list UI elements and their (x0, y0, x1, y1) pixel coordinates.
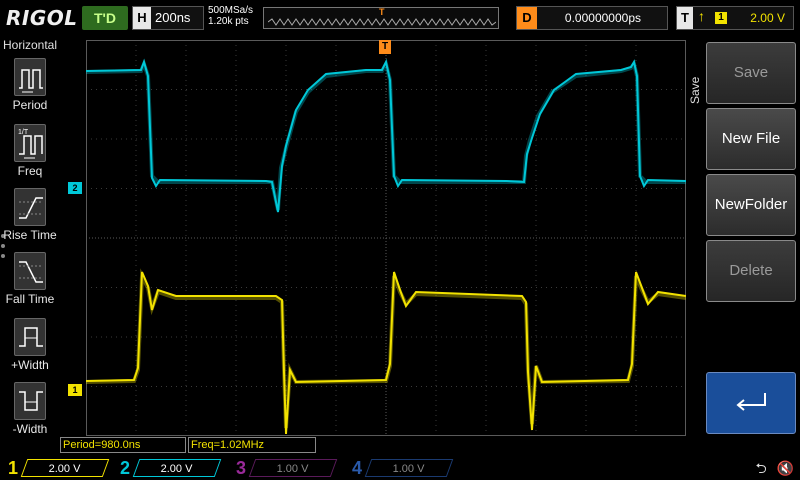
ch1-offset-marker[interactable]: 1 (68, 384, 82, 396)
usb-icon: ⮌ (755, 460, 767, 476)
top-status-bar: RIGOL T'D H 200ns 500MSa/s 1.20k pts T D… (0, 0, 800, 36)
menu-title: Save (688, 76, 702, 104)
timebase-label: H (133, 7, 151, 29)
ch2-offset-marker[interactable]: 2 (68, 182, 82, 194)
measure-fall-time-button[interactable]: Fall Time (2, 252, 58, 316)
trigger-readout[interactable]: T ↑ 1 2.00 V (676, 6, 794, 30)
memory-depth: 1.20k pts (208, 16, 249, 27)
brand-logo: RIGOL (6, 6, 78, 30)
measure-positive-width-label: +Width (11, 358, 49, 372)
ch3-scale: 1.00 V (276, 463, 309, 475)
period-measurement: Period=980.0ns (60, 437, 186, 453)
trigger-source: 1 (715, 12, 727, 24)
ch2-scale: 2.00 V (160, 463, 193, 475)
ch2-number: 2 (120, 458, 131, 478)
measure-menu: Horizontal Period 1/T Freq Rise Time Fal… (0, 36, 60, 456)
negative-width-icon (14, 382, 46, 420)
memory-waveform-icon (268, 18, 496, 26)
memory-overview-bar[interactable]: T (263, 7, 499, 29)
trigger-level: 2.00 V (750, 11, 785, 25)
channel-bar: 1 2.00 V 2 2.00 V 3 1.00 V 4 1.00 V ⮌ 🔇 (0, 456, 800, 480)
measure-positive-width-button[interactable]: +Width (2, 318, 58, 382)
measure-rise-time-label: Rise Time (3, 228, 57, 242)
delete-button[interactable]: Delete (706, 240, 796, 302)
rise-time-icon (14, 188, 46, 226)
acquisition-info: 500MSa/s 1.20k pts (208, 5, 253, 27)
measure-freq-label: Freq (17, 164, 43, 178)
measure-fall-time-label: Fall Time (5, 292, 55, 306)
frequency-measurement: Freq=1.02MHz (188, 437, 316, 453)
measure-period-label: Period (12, 98, 48, 112)
waveform-display[interactable] (86, 40, 686, 436)
measure-rise-time-button[interactable]: Rise Time (2, 188, 58, 252)
freq-icon: 1/T (14, 124, 46, 162)
delay-value: 0.00000000ps (564, 11, 641, 25)
ch4-scale: 1.00 V (392, 463, 425, 475)
waveform-canvas (86, 40, 686, 436)
return-button[interactable] (706, 372, 796, 434)
ch3-number: 3 (236, 458, 247, 478)
period-icon (14, 58, 46, 96)
positive-width-icon (14, 318, 46, 356)
fall-time-icon (14, 252, 46, 290)
sample-rate: 500MSa/s (208, 5, 254, 16)
delay-readout[interactable]: D 0.00000000ps (516, 6, 668, 30)
ch1-number: 1 (8, 458, 19, 478)
rising-edge-icon: ↑ (698, 8, 705, 24)
measure-negative-width-label: -Width (12, 422, 48, 436)
ch1-scale: 2.00 V (48, 463, 81, 475)
ch4-number: 4 (352, 458, 363, 478)
measure-freq-button[interactable]: 1/T Freq (2, 124, 58, 188)
speaker-mute-icon[interactable]: 🔇 (777, 460, 794, 477)
save-button[interactable]: Save (706, 42, 796, 104)
timebase-value: 200ns (155, 10, 191, 25)
memory-trigger-marker: T (379, 7, 385, 17)
trigger-position-marker[interactable]: T (379, 40, 391, 54)
measure-category-title: Horizontal (2, 38, 58, 52)
measure-period-button[interactable]: Period (2, 58, 58, 122)
trigger-label: T (677, 7, 693, 29)
status-icons: ⮌ 🔇 (749, 458, 794, 478)
measure-negative-width-button[interactable]: -Width (2, 382, 58, 446)
svg-text:1/T: 1/T (18, 129, 29, 136)
new-file-button[interactable]: New File (706, 108, 796, 170)
return-arrow-icon (736, 393, 766, 411)
timebase-readout[interactable]: H 200ns (132, 6, 204, 30)
delay-label: D (517, 7, 537, 29)
run-status-badge[interactable]: T'D (82, 6, 128, 30)
softkey-menu: Save Save New File NewFolder Delete (686, 36, 800, 456)
new-folder-button[interactable]: NewFolder (706, 174, 796, 236)
